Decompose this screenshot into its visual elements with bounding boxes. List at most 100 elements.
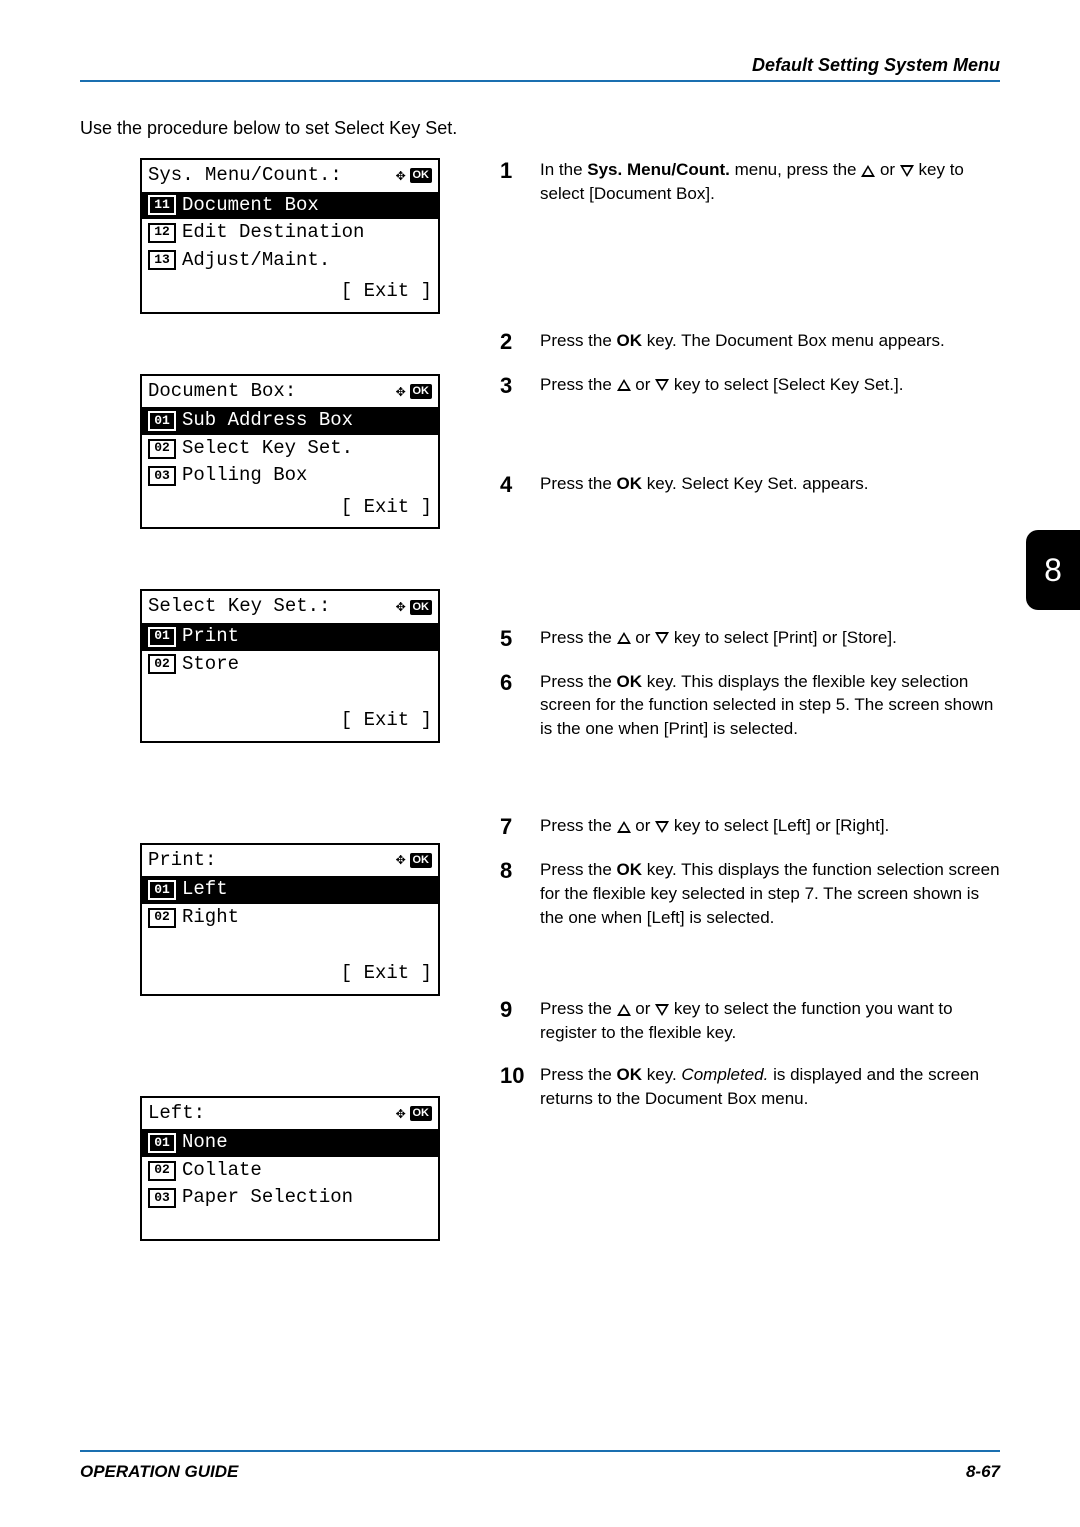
exit-softkey: [ Exit ] xyxy=(142,274,438,310)
step-number: 3 xyxy=(500,373,540,399)
step-text: Press the OK key. This displays the func… xyxy=(540,858,1000,929)
step-number: 7 xyxy=(500,814,540,840)
item-number: 01 xyxy=(148,880,176,900)
section-header: Default Setting System Menu xyxy=(752,55,1000,76)
menu-item: 11 Document Box xyxy=(142,192,438,220)
item-number: 03 xyxy=(148,1188,176,1208)
step-8: 8 Press the OK key. This displays the fu… xyxy=(500,858,1000,929)
step-4: 4 Press the OK key. Select Key Set. appe… xyxy=(500,472,1000,498)
item-label: Edit Destination xyxy=(182,219,364,247)
step-number: 1 xyxy=(500,158,540,206)
down-arrow-icon xyxy=(655,821,669,833)
nav-arrows-icon: ✥ xyxy=(396,168,406,184)
chapter-tab: 8 xyxy=(1026,530,1080,610)
item-number: 01 xyxy=(148,627,176,647)
up-arrow-icon xyxy=(617,632,631,644)
item-number: 03 xyxy=(148,466,176,486)
menu-item: 02Right xyxy=(142,904,438,932)
menu-item: 01 Print xyxy=(142,623,438,651)
menu-item: 03Paper Selection xyxy=(142,1184,438,1212)
step-6: 6 Press the OK key. This displays the fl… xyxy=(500,670,1000,741)
footer-left: OPERATION GUIDE xyxy=(80,1462,238,1482)
item-label: Select Key Set. xyxy=(182,435,353,463)
item-number: 11 xyxy=(148,195,176,215)
item-label: None xyxy=(182,1129,228,1157)
step-text: Press the or key to select the function … xyxy=(540,997,1000,1045)
up-arrow-icon xyxy=(617,821,631,833)
step-5: 5 Press the or key to select [Print] or … xyxy=(500,626,1000,652)
step-3: 3 Press the or key to select [Select Key… xyxy=(500,373,1000,399)
step-text: Press the OK key. This displays the flex… xyxy=(540,670,1000,741)
item-number: 13 xyxy=(148,250,176,270)
page-number: 8-67 xyxy=(966,1462,1000,1482)
step-number: 8 xyxy=(500,858,540,929)
item-label: Left xyxy=(182,876,228,904)
nav-arrows-icon: ✥ xyxy=(396,384,406,400)
down-arrow-icon xyxy=(655,379,669,391)
step-number: 9 xyxy=(500,997,540,1045)
item-label: Right xyxy=(182,904,239,932)
item-number: 01 xyxy=(148,411,176,431)
step-1: 1 In the Sys. Menu/Count. menu, press th… xyxy=(500,158,1000,206)
item-label: Collate xyxy=(182,1157,262,1185)
item-number: 01 xyxy=(148,1133,176,1153)
lcd-screen-print: Print: ✥ OK 01Left 02Right [ Exit ] xyxy=(140,843,440,996)
up-arrow-icon xyxy=(617,379,631,391)
item-label: Store xyxy=(182,651,239,679)
step-text: Press the OK key. Select Key Set. appear… xyxy=(540,472,1000,498)
footer-rule xyxy=(80,1450,1000,1452)
nav-arrows-icon: ✥ xyxy=(396,1106,406,1122)
menu-item: 02 Collate xyxy=(142,1157,438,1185)
step-number: 6 xyxy=(500,670,540,741)
nav-arrows-icon: ✥ xyxy=(396,852,406,868)
down-arrow-icon xyxy=(655,632,669,644)
step-9: 9 Press the or key to select the functio… xyxy=(500,997,1000,1045)
item-label: Document Box xyxy=(182,192,319,220)
step-number: 5 xyxy=(500,626,540,652)
step-number: 10 xyxy=(500,1063,540,1111)
item-label: Polling Box xyxy=(182,462,307,490)
ok-icon: OK xyxy=(410,853,433,868)
down-arrow-icon xyxy=(900,165,914,177)
lcd-screen-select-key-set: Select Key Set.: ✥ OK 01Print 02Store [ … xyxy=(140,589,440,742)
step-text: Press the or key to select [Left] or [Ri… xyxy=(540,814,1000,840)
step-text: Press the or key to select [Select Key S… xyxy=(540,373,1000,399)
screens-column: Sys. Menu/Count.: ✥ OK 11 Document Box 12… xyxy=(80,158,480,1301)
item-label: Print xyxy=(182,623,239,651)
menu-item: 01 Left xyxy=(142,876,438,904)
step-number: 4 xyxy=(500,472,540,498)
ok-icon: OK xyxy=(410,1106,433,1121)
lcd-screen-sys-menu: Sys. Menu/Count.: ✥ OK 11 Document Box 12… xyxy=(140,158,440,314)
item-label: Sub Address Box xyxy=(182,407,353,435)
exit-softkey: [ Exit ] xyxy=(142,956,438,992)
menu-item: 01 None xyxy=(142,1129,438,1157)
step-number: 2 xyxy=(500,329,540,355)
screen-title: Document Box: xyxy=(148,378,296,406)
screen-title: Sys. Menu/Count.: xyxy=(148,162,342,190)
menu-item: 02 Select Key Set. xyxy=(142,435,438,463)
menu-item: 13 Adjust/Maint. xyxy=(142,247,438,275)
item-number: 02 xyxy=(148,654,176,674)
ok-icon: OK xyxy=(410,168,433,183)
item-number: 02 xyxy=(148,439,176,459)
ok-icon: OK xyxy=(410,600,433,615)
header-rule xyxy=(80,80,1000,82)
menu-item: 03 Polling Box xyxy=(142,462,438,490)
down-arrow-icon xyxy=(655,1004,669,1016)
step-text: Press the or key to select [Print] or [S… xyxy=(540,626,1000,652)
lcd-screen-left: Left: ✥ OK 01None 02Collate 03Paper Sele… xyxy=(140,1096,440,1241)
menu-item: 02 Store xyxy=(142,651,438,679)
step-7: 7 Press the or key to select [Left] or [… xyxy=(500,814,1000,840)
menu-item: 12Edit Destination xyxy=(142,219,438,247)
step-2: 2 Press the OK key. The Document Box men… xyxy=(500,329,1000,355)
item-number: 02 xyxy=(148,1161,176,1181)
exit-softkey: [ Exit ] xyxy=(142,490,438,526)
up-arrow-icon xyxy=(617,1004,631,1016)
step-text: Press the OK key. Completed. is displaye… xyxy=(540,1063,1000,1111)
item-label: Adjust/Maint. xyxy=(182,247,330,275)
nav-arrows-icon: ✥ xyxy=(396,599,406,615)
steps-column: 1 In the Sys. Menu/Count. menu, press th… xyxy=(500,158,1000,1111)
screen-title: Select Key Set.: xyxy=(148,593,330,621)
ok-icon: OK xyxy=(410,384,433,399)
intro-text: Use the procedure below to set Select Ke… xyxy=(80,118,457,139)
